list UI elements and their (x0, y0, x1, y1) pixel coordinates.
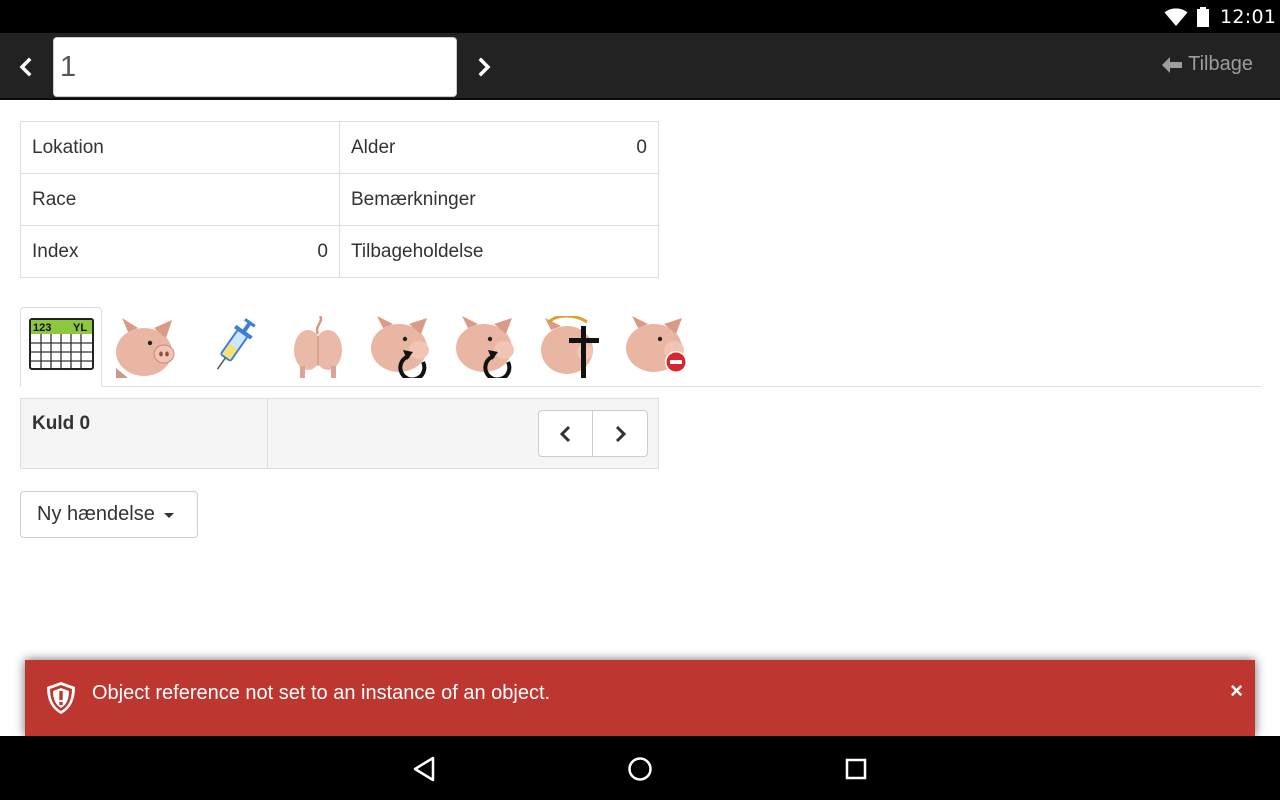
shield-warning-icon (47, 682, 75, 714)
race-label: Race (32, 188, 77, 210)
tab-pig-rear[interactable] (276, 307, 358, 386)
tilbageholdelse-label: Tilbageholdelse (351, 240, 484, 262)
pig-rear-icon (294, 316, 342, 378)
lokation-cell: Lokation (20, 121, 340, 174)
battery-icon (1197, 7, 1209, 27)
tab-pig-remove[interactable] (616, 307, 698, 386)
status-bar: 12:01 (0, 0, 1280, 33)
caret-down-icon (163, 513, 174, 518)
tilbageholdelse-cell: Tilbageholdelse (339, 225, 659, 278)
back-label: Tilbage (1188, 53, 1253, 75)
error-toast: Object reference not set to an instance … (25, 660, 1255, 736)
wifi-icon (1164, 8, 1188, 26)
kuld-label: Kuld 0 (21, 399, 268, 468)
home-nav-icon[interactable] (625, 754, 655, 784)
pig-rotate-icon-2 (456, 316, 514, 378)
calendar-label-left: 123 (33, 322, 51, 334)
calendar-label-right: YL (73, 322, 87, 334)
table-row: Index 0 Tilbageholdelse (20, 225, 659, 278)
kuld-panel: Kuld 0 (20, 398, 659, 469)
event-tabs: 123 YL (20, 307, 1261, 387)
index-cell: Index 0 (20, 225, 340, 278)
tab-calendar[interactable]: 123 YL (20, 307, 102, 387)
pig-icon (116, 318, 175, 378)
clock: 12:01 (1220, 6, 1277, 28)
arrow-left-icon (1162, 56, 1183, 73)
alder-value: 0 (636, 136, 647, 158)
race-cell: Race (20, 173, 340, 226)
id-input[interactable] (53, 37, 457, 97)
syringe-icon (216, 318, 256, 370)
chevron-right-icon (615, 425, 627, 442)
recents-nav-icon[interactable] (841, 754, 871, 784)
kuld-prev-button[interactable] (538, 410, 593, 457)
previous-arrow-icon[interactable] (12, 53, 40, 81)
table-row: Race Bemærkninger (20, 173, 659, 226)
close-toast-button[interactable]: × (1230, 678, 1243, 704)
error-message: Object reference not set to an instance … (92, 682, 551, 704)
new-event-label: Ny hændelse (37, 503, 155, 525)
pig-remove-icon (626, 316, 687, 373)
index-value: 0 (317, 240, 328, 262)
kuld-pager (538, 410, 648, 457)
alder-label: Alder (351, 136, 396, 158)
new-event-dropdown[interactable]: Ny hændelse (20, 491, 198, 538)
index-label: Index (32, 240, 79, 262)
bemaerkninger-label: Bemærkninger (351, 188, 476, 210)
pig-rotate-icon (371, 316, 429, 378)
back-button[interactable]: Tilbage (1161, 53, 1253, 76)
lokation-label: Lokation (32, 136, 104, 158)
table-row: Lokation Alder 0 (20, 121, 659, 174)
system-nav-bar (0, 736, 1280, 800)
tab-vaccination[interactable] (191, 307, 273, 386)
alder-cell: Alder 0 (339, 121, 659, 174)
bemaerkninger-cell: Bemærkninger (339, 173, 659, 226)
app-toolbar: Tilbage (0, 33, 1280, 100)
tab-pig-return[interactable] (361, 307, 443, 386)
next-arrow-icon[interactable] (470, 53, 498, 81)
kuld-next-button[interactable] (593, 410, 648, 457)
calendar-icon: 123 YL (29, 318, 94, 370)
tab-pig-death[interactable] (531, 307, 613, 386)
pig-death-icon (541, 316, 599, 378)
chevron-left-icon (559, 425, 570, 442)
tab-pig-return-2[interactable] (446, 307, 528, 386)
animal-info-table: Lokation Alder 0 Race Bemærkninger Index… (20, 121, 659, 278)
back-nav-icon[interactable] (410, 754, 440, 784)
tab-pig[interactable] (106, 307, 188, 386)
